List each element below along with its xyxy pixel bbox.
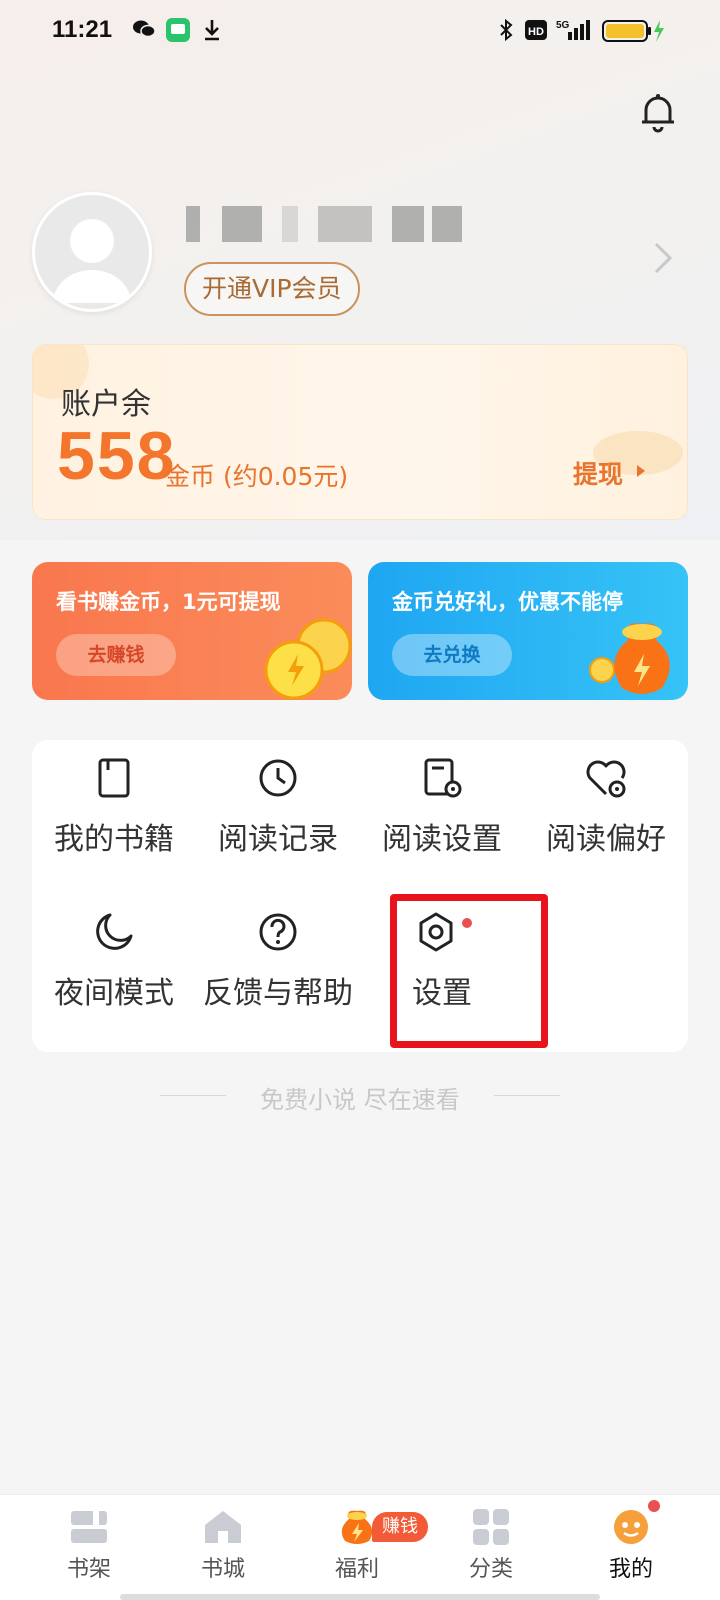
earn-banner-title: 看书赚金币，1元可提现	[56, 590, 281, 614]
nav-bookshelf[interactable]: 书架	[24, 1495, 154, 1600]
profile-icon	[614, 1510, 648, 1544]
go-exchange-button[interactable]: 去兑换	[392, 634, 512, 676]
status-bar: 11:21 HD 5G	[0, 0, 720, 64]
mine-notification-dot	[648, 1500, 660, 1512]
help-icon	[259, 913, 297, 951]
highlight-annotation-box	[390, 894, 548, 1048]
tagline: 免费小说 尽在速看	[260, 1086, 460, 1114]
menu-item-label: 阅读偏好	[546, 822, 666, 857]
grid-icon	[473, 1509, 509, 1545]
signal-5g-icon: 5G	[556, 20, 590, 40]
withdraw-link[interactable]: 提现	[573, 455, 623, 491]
heart-settings-icon	[586, 760, 626, 798]
bookshelf-icon	[71, 1511, 107, 1543]
nav-mine[interactable]: 我的	[566, 1495, 696, 1600]
svg-text:5G: 5G	[556, 20, 570, 31]
nav-label: 书城	[200, 1557, 245, 1582]
battery-icon	[602, 20, 664, 42]
hd-icon: HD	[525, 20, 547, 40]
username-redacted	[186, 206, 476, 242]
earn-coins-banner[interactable]: 看书赚金币，1元可提现 去赚钱	[32, 562, 352, 700]
exchange-gifts-banner[interactable]: 金币兑好礼，优惠不能停 去兑换	[368, 562, 688, 700]
menu-item-night-mode[interactable]: 夜间模式	[32, 910, 196, 1030]
menu-item-label: 我的书籍	[54, 822, 174, 857]
nav-label: 分类	[468, 1557, 513, 1582]
moon-icon	[96, 913, 133, 950]
gold-coins-icon	[264, 618, 352, 700]
balance-amount: 558	[57, 418, 177, 494]
message-app-icon	[166, 18, 190, 42]
notification-bell-icon[interactable]	[636, 90, 680, 134]
clock-icon	[259, 759, 297, 797]
menu-item-reading-preferences[interactable]: 阅读偏好	[524, 756, 688, 876]
earn-badge: 赚钱	[372, 1512, 428, 1542]
balance-unit: 金币 (约0.05元)	[165, 462, 349, 491]
download-icon	[205, 20, 219, 41]
home-icon	[205, 1511, 241, 1543]
nav-label: 福利	[334, 1557, 379, 1582]
default-avatar-icon	[53, 219, 131, 303]
menu-item-reading-settings[interactable]: 阅读设置	[360, 756, 524, 876]
nav-bookstore[interactable]: 书城	[158, 1495, 288, 1600]
triangle-right-icon	[637, 465, 645, 477]
svg-text:HD: HD	[528, 26, 544, 38]
avatar[interactable]	[32, 192, 152, 312]
nav-welfare[interactable]: 福利	[292, 1495, 422, 1600]
divider-line	[494, 1095, 560, 1096]
chevron-right-icon[interactable]	[652, 240, 674, 276]
wechat-icon	[133, 20, 156, 38]
status-time: 11:21	[52, 16, 113, 43]
menu-item-label: 阅读记录	[218, 822, 338, 857]
menu-item-label: 反馈与帮助	[203, 976, 353, 1011]
book-icon	[98, 758, 130, 798]
reading-settings-icon	[424, 758, 462, 798]
menu-item-feedback-help[interactable]: 反馈与帮助	[196, 910, 360, 1030]
menu-item-label: 夜间模式	[54, 976, 174, 1011]
bluetooth-icon	[500, 18, 513, 42]
bottom-navigation: 书架 书城 福利 分类 我的	[0, 1494, 720, 1600]
balance-card[interactable]: 账户余 558 金币 (约0.05元) 提现	[32, 344, 688, 520]
go-earn-button[interactable]: 去赚钱	[56, 634, 176, 676]
home-indicator[interactable]	[120, 1594, 600, 1600]
coin-bag-icon	[589, 623, 670, 694]
nav-categories[interactable]: 分类	[426, 1495, 556, 1600]
menu-item-label: 阅读设置	[382, 822, 502, 857]
nav-label: 书架	[66, 1557, 111, 1582]
menu-item-reading-history[interactable]: 阅读记录	[196, 756, 360, 876]
menu-item-my-books[interactable]: 我的书籍	[32, 756, 196, 876]
open-vip-button[interactable]: 开通VIP会员	[184, 262, 360, 316]
nav-label: 我的	[608, 1557, 653, 1582]
